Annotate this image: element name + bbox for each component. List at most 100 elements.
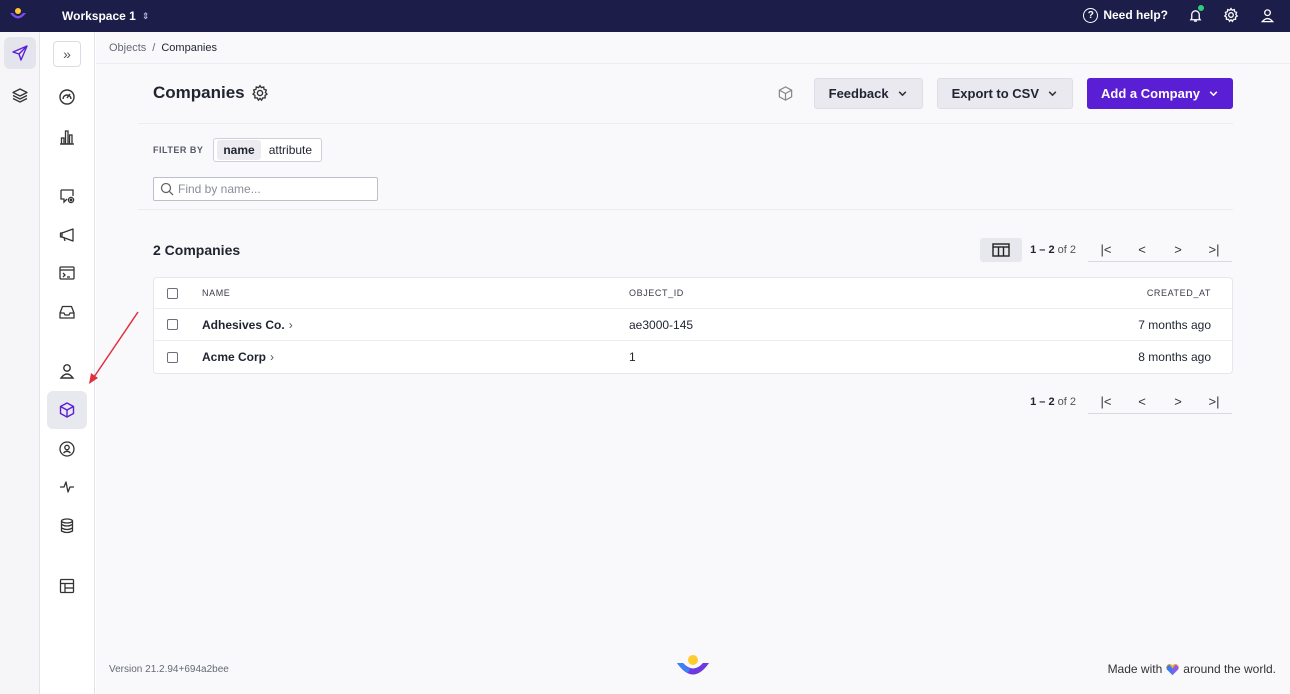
pagination-total: of 2 <box>1057 244 1076 256</box>
person-icon <box>59 364 75 379</box>
layers-icon <box>12 88 28 103</box>
filter-option-attribute[interactable]: attribute <box>263 140 318 160</box>
next-page-icon[interactable]: > <box>1160 238 1196 262</box>
first-page-icon[interactable]: |< <box>1088 390 1124 414</box>
made-with-prefix: Made with <box>1107 662 1163 676</box>
prev-page-icon[interactable]: < <box>1124 238 1160 262</box>
gauge-icon <box>59 89 75 105</box>
column-header-object-id[interactable]: OBJECT_ID <box>629 288 684 298</box>
select-all-checkbox[interactable] <box>167 287 178 299</box>
divider <box>138 123 1233 124</box>
filter-toggle: name attribute <box>213 138 323 162</box>
send-icon <box>12 45 28 61</box>
company-created-at: 8 months ago <box>1138 350 1211 364</box>
pulse-icon <box>60 481 74 493</box>
results-count: 2 Companies <box>153 242 241 258</box>
gear-icon[interactable] <box>1222 6 1240 24</box>
company-name: Acme Corp <box>202 350 267 364</box>
sidebar-item-messaging[interactable] <box>4 37 36 69</box>
layout-icon <box>59 578 75 594</box>
next-page-icon[interactable]: > <box>1160 390 1196 414</box>
feedback-button[interactable]: Feedback <box>813 78 923 109</box>
sidebar-item-stacks[interactable] <box>4 79 36 111</box>
filter-by-label: FILTER BY <box>153 145 204 155</box>
sidebar-item-content[interactable] <box>47 567 87 605</box>
sidebar-item-deliveries[interactable] <box>47 293 87 331</box>
bar-chart-icon <box>60 130 74 145</box>
feedback-label: Feedback <box>828 86 889 101</box>
company-name-link[interactable]: Adhesives Co. › <box>202 318 293 332</box>
company-object-id: ae3000-145 <box>629 317 694 332</box>
chevron-down-icon <box>1048 91 1057 97</box>
columns-toggle-button[interactable] <box>980 238 1023 262</box>
breadcrumb-objects-link[interactable]: Objects <box>109 42 146 54</box>
version-label: Version 21.2.94+694a2bee <box>109 664 229 675</box>
sidebar-item-dashboard[interactable] <box>47 78 87 116</box>
cube-icon <box>778 86 792 101</box>
add-company-button[interactable]: Add a Company <box>1087 78 1233 109</box>
column-header-name[interactable]: NAME <box>202 288 230 298</box>
breadcrumb-separator: / <box>152 42 156 54</box>
inbox-icon <box>59 305 75 319</box>
last-page-icon[interactable]: >| <box>1196 390 1232 414</box>
breadcrumb: Objects / Companies <box>109 42 217 54</box>
sidebar-item-analytics[interactable] <box>47 118 87 156</box>
secondary-sidebar: » <box>40 32 95 694</box>
pagination-range-value: 1 – 2 <box>1030 396 1055 408</box>
company-created-at: 7 months ago <box>1138 317 1211 332</box>
megaphone-icon <box>59 228 74 242</box>
sidebar-item-people[interactable] <box>47 352 87 390</box>
export-csv-button[interactable]: Export to CSV <box>936 78 1074 109</box>
message-icon <box>60 189 75 204</box>
sidebar-item-journeys[interactable] <box>47 177 87 215</box>
app-logo-icon <box>677 655 709 675</box>
heart-icon <box>1166 663 1180 675</box>
pagination-total: of 2 <box>1057 396 1076 408</box>
prev-page-icon[interactable]: < <box>1124 390 1160 414</box>
company-name-link[interactable]: Acme Corp › <box>202 350 274 364</box>
pagination-range-value: 1 – 2 <box>1030 244 1055 256</box>
sidebar-item-transactional[interactable] <box>47 254 87 292</box>
table-row[interactable]: Adhesives Co. › ae3000-145 7 months ago <box>154 309 1232 341</box>
question-icon: ? <box>1083 7 1099 23</box>
divider <box>96 63 1290 64</box>
company-name: Adhesives Co. <box>202 317 285 332</box>
row-checkbox[interactable] <box>167 319 178 330</box>
sidebar-item-data[interactable] <box>47 507 87 545</box>
column-header-created-at[interactable]: CREATED_AT <box>1147 288 1211 298</box>
terminal-icon <box>59 266 75 280</box>
header-actions: Feedback Export to CSV Add a Company <box>777 78 1233 109</box>
workspace-switcher[interactable]: Workspace 1 ⇕ <box>62 9 149 23</box>
made-with-suffix: around the world. <box>1183 662 1276 676</box>
sidebar-item-activity[interactable] <box>47 468 87 506</box>
workspace-name: Workspace 1 <box>62 9 136 23</box>
table-row[interactable]: Acme Corp › 1 8 months ago <box>154 341 1232 373</box>
database-icon <box>60 518 74 534</box>
filter-option-name[interactable]: name <box>217 140 261 160</box>
user-circle-icon <box>59 441 75 457</box>
app-logo-icon[interactable] <box>9 7 27 23</box>
row-checkbox[interactable] <box>167 351 178 363</box>
sidebar-item-objects[interactable] <box>47 391 87 429</box>
expand-sidebar-button[interactable]: » <box>53 41 81 67</box>
sidebar-item-broadcasts[interactable] <box>47 216 87 254</box>
need-help-button[interactable]: ? Need help? <box>1083 7 1168 23</box>
bell-icon[interactable] <box>1186 5 1204 24</box>
user-account-icon[interactable] <box>1258 6 1276 24</box>
main-content: Objects / Companies Companies Feedback E… <box>96 32 1290 694</box>
cube-icon <box>59 402 75 418</box>
last-page-icon[interactable]: >| <box>1196 238 1232 262</box>
add-company-label: Add a Company <box>1101 86 1200 101</box>
columns-icon <box>992 243 1010 257</box>
filter-row: FILTER BY name attribute <box>153 138 323 162</box>
notification-dot <box>1198 5 1204 11</box>
first-page-icon[interactable]: |< <box>1088 238 1124 262</box>
pagination-range: 1 – 2 of 2 <box>1030 244 1076 256</box>
made-with-love: Made with around the world. <box>1108 662 1276 676</box>
sidebar-item-segments[interactable] <box>47 430 87 468</box>
chevron-right-icon: › <box>288 317 293 332</box>
search-input[interactable] <box>178 182 368 196</box>
settings-gear-icon[interactable] <box>251 84 269 102</box>
search-box <box>153 177 378 201</box>
company-object-id: 1 <box>629 350 636 364</box>
